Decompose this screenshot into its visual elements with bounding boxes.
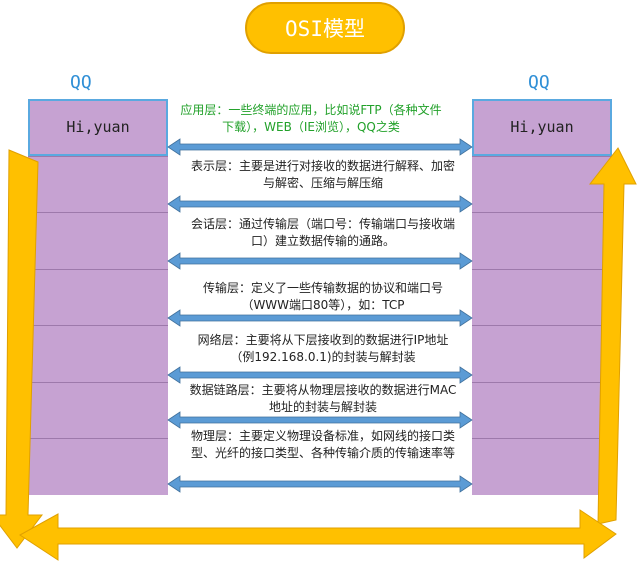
- peer-arrow-2: [167, 195, 473, 213]
- desc-datalink: 数据链路层：主要将从物理层接收的数据进行MAC地址的封装与解封装: [189, 383, 457, 414]
- peer-arrow-1: [167, 138, 473, 156]
- desc-session: 会话层：通过传输层（端口号：传输端口与接收端口）建立数据传输的通路。: [190, 217, 455, 248]
- desc-transport: 传输层：定义了一些传输数据的协议和端口号（WWW端口80等），如：TCP: [202, 281, 443, 312]
- desc-presentation: 表示层：主要是进行对接收的数据进行解释、加密与解密、压缩与解压缩: [190, 159, 455, 190]
- desc-application: 应用层：一些终端的应用，比如说FTP（各种文件下载），WEB（IE浏览），QQ之…: [180, 103, 442, 134]
- peer-arrow-3: [167, 252, 473, 270]
- desc-network: 网络层：主要将从下层接收到的数据进行IP地址（例192.168.0.1)的封装与…: [197, 333, 449, 364]
- bottom-double-arrow: [19, 509, 617, 561]
- desc-physical: 物理层：主要定义物理设备标准，如网线的接口类型、光纤的接口类型、各种传输介质的传…: [190, 429, 455, 460]
- left-down-arrow: [0, 149, 44, 549]
- right-up-arrow: [588, 147, 637, 525]
- peer-arrow-5: [167, 366, 473, 384]
- peer-arrow-7: [167, 475, 473, 493]
